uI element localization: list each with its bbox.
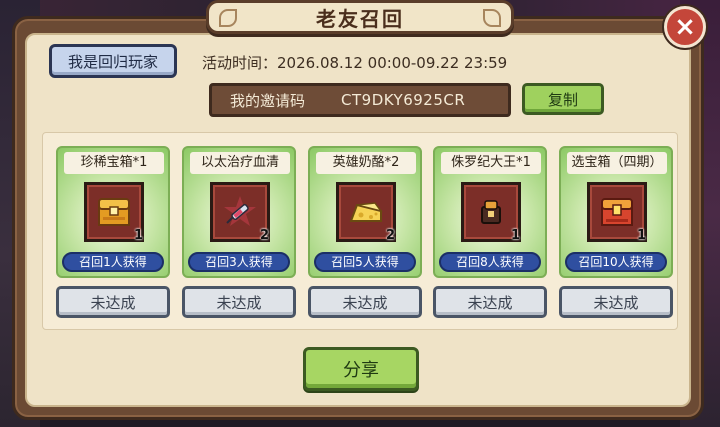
page-title: 老友召回 [316, 6, 404, 31]
rare-chest-icon [98, 198, 130, 226]
reward-tier-5: 选宝箱（四期） 1 召回10人获得 未达成 [559, 146, 673, 318]
copy-button[interactable]: 复制 [522, 83, 604, 115]
reward-condition-badge: 召回3人获得 [188, 252, 290, 272]
reward-tier-4: 侏罗纪大王*1 1 召回8人获得 未达成 [433, 146, 547, 318]
reward-name: 珍稀宝箱*1 [64, 152, 164, 174]
reward-status-button[interactable]: 未达成 [433, 286, 547, 318]
reward-card[interactable]: 珍稀宝箱*1 1 召回1人获得 [56, 146, 170, 278]
reward-count: 1 [133, 228, 143, 243]
share-button[interactable]: 分享 [303, 347, 419, 391]
reward-slot: 2 [336, 182, 396, 243]
reward-name: 选宝箱（四期） [567, 152, 667, 174]
reward-slot: 1 [84, 182, 144, 243]
title-ribbon: 老友召回 [206, 0, 514, 34]
reward-condition-badge: 召回5人获得 [314, 252, 416, 272]
reward-tier-2: 以太治疗血清 2 召回3人获得 未达成 [182, 146, 296, 318]
reward-status-button[interactable]: 未达成 [182, 286, 296, 318]
creature-icon [481, 200, 501, 224]
reward-condition-badge: 召回1人获得 [62, 252, 164, 272]
ribbon-ornament-left [219, 9, 237, 27]
reward-condition-badge: 召回10人获得 [565, 252, 667, 272]
reward-count: 1 [636, 228, 646, 243]
invite-code-bar: 我的邀请码 CT9DKY6925CR [209, 83, 511, 117]
reward-tier-1: 珍稀宝箱*1 1 召回1人获得 未达成 [56, 146, 170, 318]
choice-chest-icon [601, 198, 633, 226]
close-button[interactable]: × [664, 6, 706, 48]
reward-card[interactable]: 以太治疗血清 2 召回3人获得 [182, 146, 296, 278]
reward-tier-3: 英雄奶酪*2 2 召回5人获得 未达成 [308, 146, 422, 318]
reward-slot: 1 [461, 182, 521, 243]
invite-code-value: CT9DKY6925CR [341, 91, 466, 109]
ribbon-ornament-right [483, 9, 501, 27]
reward-status-button[interactable]: 未达成 [308, 286, 422, 318]
reward-card[interactable]: 选宝箱（四期） 1 召回10人获得 [559, 146, 673, 278]
cheese-icon [349, 202, 383, 222]
activity-time: 活动时间：2026.08.12 00:00-09.22 23:59 [202, 54, 508, 72]
reward-slot: 1 [587, 182, 647, 243]
reward-count: 2 [259, 228, 269, 243]
reward-card[interactable]: 侏罗纪大王*1 1 召回8人获得 [433, 146, 547, 278]
reward-name: 以太治疗血清 [190, 152, 290, 174]
reward-status-button[interactable]: 未达成 [56, 286, 170, 318]
syringe-icon [224, 196, 256, 226]
close-icon: × [674, 12, 696, 42]
reward-name: 侏罗纪大王*1 [441, 152, 541, 174]
reward-slot: 2 [210, 182, 270, 243]
invite-code-label: 我的邀请码 [230, 91, 306, 110]
reward-status-button[interactable]: 未达成 [559, 286, 673, 318]
reward-card[interactable]: 英雄奶酪*2 2 召回5人获得 [308, 146, 422, 278]
returning-player-button[interactable]: 我是回归玩家 [49, 44, 177, 78]
reward-condition-badge: 召回8人获得 [439, 252, 541, 272]
reward-count: 2 [385, 228, 395, 243]
reward-name: 英雄奶酪*2 [316, 152, 416, 174]
reward-count: 1 [510, 228, 520, 243]
